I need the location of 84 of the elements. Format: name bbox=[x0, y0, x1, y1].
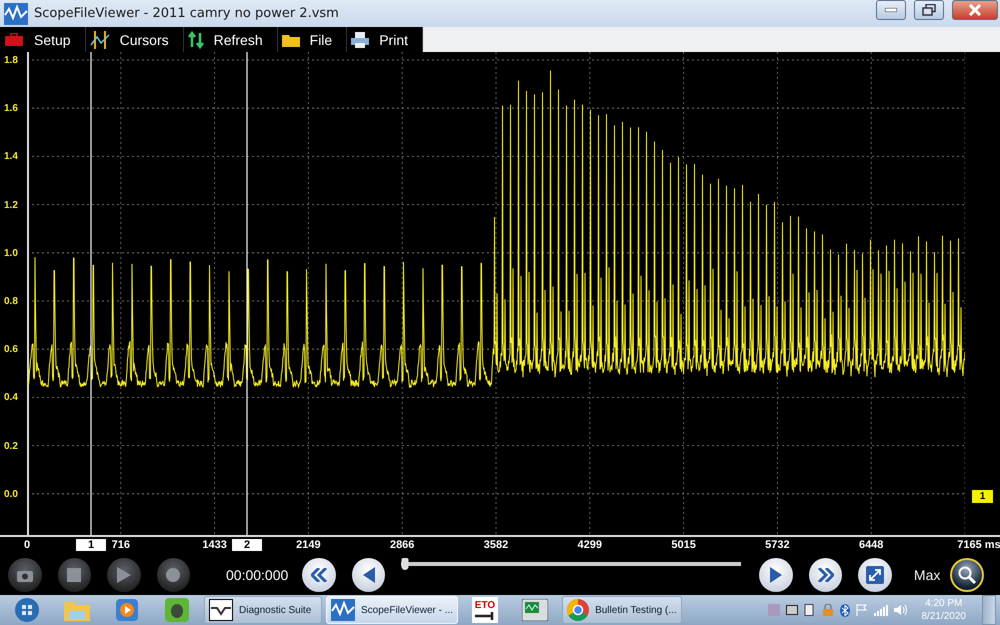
window-title: ScopeFileViewer - 2011 camry no power 2.vsm bbox=[34, 6, 340, 21]
setup-button[interactable]: Setup bbox=[0, 27, 86, 52]
time-readout: 00:00:000 bbox=[226, 567, 288, 583]
y-axis-label: 0.2 bbox=[3, 440, 19, 454]
x-axis-label: 5015 bbox=[671, 539, 696, 551]
y-axis-label: 1.0 bbox=[3, 246, 19, 261]
volume-icon bbox=[894, 604, 908, 616]
waveform-icon bbox=[331, 599, 355, 621]
fast-forward-icon bbox=[818, 568, 834, 582]
y-axis-label: 0.0 bbox=[3, 488, 19, 502]
restore-icon bbox=[922, 4, 936, 16]
fast-rewind-icon bbox=[311, 568, 328, 582]
fit-button[interactable] bbox=[858, 558, 892, 592]
x-axis-label: 0 bbox=[24, 539, 30, 551]
tray-monitor-icon bbox=[786, 604, 798, 616]
y-axis-label: 1.4 bbox=[3, 150, 19, 164]
printer-icon bbox=[351, 32, 370, 48]
waveform-icon bbox=[4, 2, 28, 24]
search-button[interactable] bbox=[950, 558, 984, 592]
tray-app-icon bbox=[768, 604, 780, 616]
x-axis-label: 5732 bbox=[765, 539, 790, 551]
x-axis-label: 1433 bbox=[202, 539, 227, 551]
clock-date: 8/21/2020 bbox=[922, 610, 966, 623]
toolbox-icon bbox=[4, 32, 24, 46]
x-axis-label: 716 bbox=[112, 539, 130, 551]
cursor-tag[interactable]: 2 bbox=[232, 539, 262, 551]
tray-lock-icon bbox=[822, 604, 834, 616]
tray-device-icon bbox=[804, 604, 816, 616]
cursor-line[interactable] bbox=[246, 52, 248, 535]
stop-icon bbox=[67, 568, 82, 582]
cursors-icon bbox=[90, 30, 110, 48]
folder-icon bbox=[282, 32, 300, 46]
step-forward-icon bbox=[770, 567, 782, 583]
folder-icon bbox=[64, 599, 90, 621]
cursor-line[interactable] bbox=[90, 52, 92, 535]
taskbar-window-button[interactable]: ScopeFileViewer - ... bbox=[326, 596, 458, 624]
refresh-icon bbox=[188, 30, 204, 48]
y-axis-label: 0.6 bbox=[3, 343, 19, 358]
taskbar-window-button[interactable]: Diagnostic Suite bbox=[204, 596, 322, 624]
x-axis-label: 2866 bbox=[390, 539, 414, 551]
media-player-icon bbox=[116, 599, 138, 621]
fast-rewind-button[interactable] bbox=[302, 558, 336, 592]
record-icon bbox=[166, 568, 180, 582]
fit-icon bbox=[866, 566, 884, 584]
play-icon bbox=[116, 567, 131, 583]
print-button[interactable]: Print bbox=[347, 27, 423, 52]
x-axis-label: 4299 bbox=[578, 539, 602, 551]
y-axis-label: 0.4 bbox=[3, 391, 19, 406]
step-back-button[interactable] bbox=[352, 558, 386, 592]
start-orb-icon bbox=[14, 597, 40, 623]
flag-icon bbox=[856, 604, 868, 616]
cursor-tag[interactable]: 1 bbox=[76, 539, 106, 551]
restore-button[interactable] bbox=[914, 0, 944, 20]
x-axis-label: 7165 ms bbox=[957, 539, 1000, 551]
step-back-icon bbox=[362, 567, 375, 583]
file-button[interactable]: File bbox=[278, 27, 348, 52]
taskbar-window-button[interactable]: Bulletin Testing (... bbox=[562, 596, 682, 624]
waveform-icon bbox=[209, 599, 233, 621]
minimize-button[interactable] bbox=[876, 0, 906, 20]
x-axis-label: 6448 bbox=[858, 539, 884, 551]
zoom-level-label: Max bbox=[914, 567, 940, 583]
refresh-button[interactable]: Refresh bbox=[184, 27, 278, 52]
step-forward-button[interactable] bbox=[759, 558, 793, 592]
channel-marker: 1 bbox=[972, 490, 994, 503]
cursors-button[interactable]: Cursors bbox=[86, 27, 184, 52]
close-button[interactable] bbox=[952, 0, 998, 20]
y-axis-label: 1.2 bbox=[3, 198, 19, 213]
y-axis-label: 0.8 bbox=[3, 294, 19, 309]
y-axis-label: 1.6 bbox=[3, 102, 19, 116]
slider-thumb[interactable] bbox=[402, 558, 409, 570]
y-axis-label: 1.8 bbox=[3, 54, 19, 68]
x-axis-label: 3582 bbox=[484, 539, 508, 551]
oscilloscope-icon bbox=[522, 599, 548, 621]
clock-time: 4:20 PM bbox=[925, 597, 962, 610]
browser-icon bbox=[567, 599, 590, 621]
minimize-icon bbox=[885, 8, 897, 12]
search-icon bbox=[957, 565, 978, 585]
eto-app-icon[interactable]: ETO bbox=[472, 597, 498, 623]
signal-icon bbox=[874, 604, 888, 616]
bluetooth-icon bbox=[840, 604, 850, 616]
camera-icon bbox=[16, 568, 34, 582]
fast-forward-button[interactable] bbox=[808, 558, 842, 592]
x-axis-label: 2149 bbox=[296, 539, 321, 551]
close-icon bbox=[969, 4, 981, 16]
